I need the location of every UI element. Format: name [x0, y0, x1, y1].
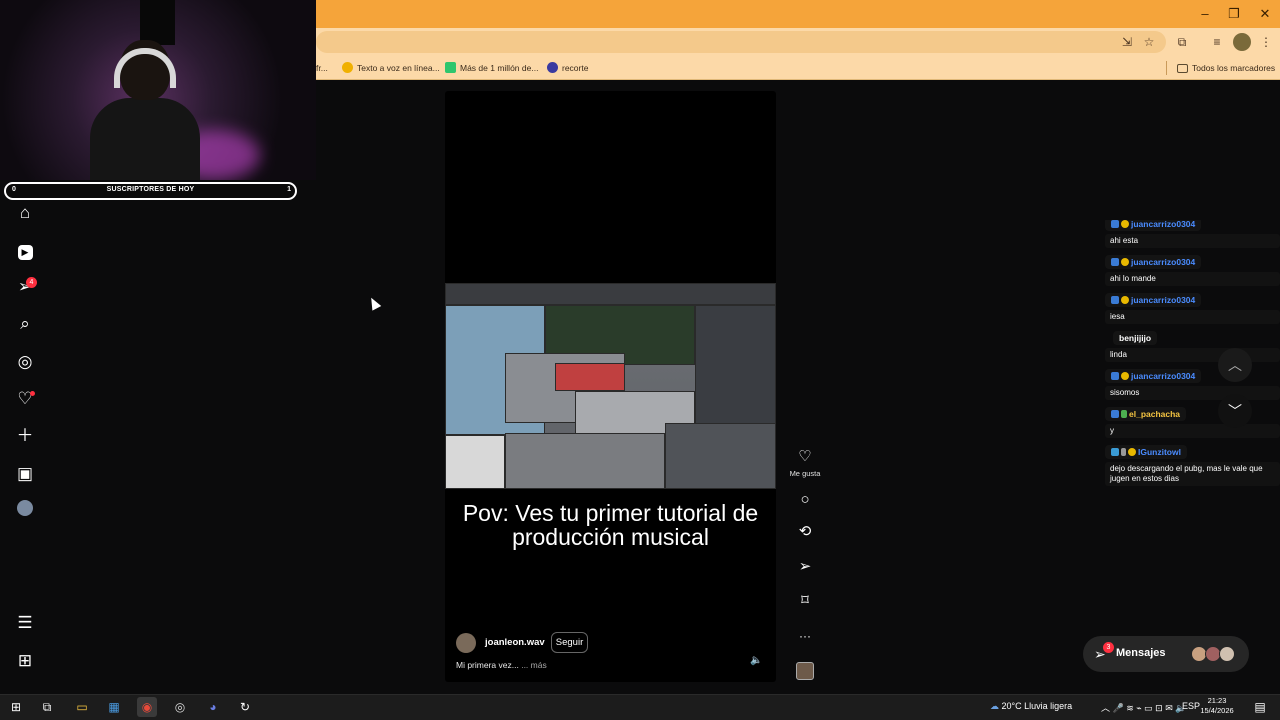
menu-icon[interactable]: ☰	[14, 612, 36, 634]
author-username[interactable]: joanleon.wav	[485, 637, 545, 648]
notification-dot	[30, 391, 35, 396]
pixabay-icon	[445, 62, 456, 73]
home-icon[interactable]: ⌂	[14, 202, 36, 224]
chat-message: juancarrizo0304 ahi lo mande	[1105, 252, 1280, 286]
subscriber-goal-bar: 0 SUSCRIPTORES DE HOY 1	[4, 182, 297, 200]
maximize-icon[interactable]: ❐	[1219, 4, 1249, 24]
chat-message: juancarrizo0304 sisomos	[1105, 366, 1280, 400]
explore-icon[interactable]: ◎	[14, 351, 36, 373]
chat-message: el_pachacha y	[1105, 404, 1280, 438]
scroll-down-button[interactable]: ﹀	[1218, 394, 1252, 428]
recorte-icon	[547, 62, 558, 73]
star-icon[interactable]: ☆	[1140, 33, 1158, 51]
video-frame	[445, 283, 776, 489]
kebab-menu-icon[interactable]: ⋮	[1257, 33, 1275, 51]
obs-icon[interactable]: ◎	[170, 697, 190, 717]
repost-icon[interactable]: ⟲	[794, 521, 816, 543]
volume-icon[interactable]: 🔈	[750, 655, 764, 669]
file-explorer-icon[interactable]: ▭	[72, 697, 92, 717]
reels-icon[interactable]: ▶	[14, 239, 36, 261]
create-icon[interactable]: ＋	[14, 425, 36, 447]
chat-message: IGunzitowl dejo descargando el pubg, mas…	[1105, 442, 1280, 486]
streamer	[90, 40, 200, 180]
messages-label: Mensajes	[1116, 647, 1166, 659]
like-icon[interactable]: ♡	[794, 446, 816, 468]
clock[interactable]: 21:23 15/4/2026	[1200, 696, 1234, 716]
scroll-up-button[interactable]: ︿	[1218, 348, 1252, 382]
task-view-icon[interactable]: ⧉	[37, 697, 57, 717]
close-icon[interactable]: ✕	[1250, 4, 1280, 24]
windows-start-icon[interactable]: ⊞	[6, 697, 26, 717]
tray-icons[interactable]: ︿ 🎤 ≋ ⌁ ▭ ⊡ ✉ 🔈	[1101, 701, 1186, 714]
address-bar[interactable]	[316, 31, 1166, 53]
stream-chat: juancarrizo0304 ahi esta juancarrizo0304…	[1105, 220, 1280, 490]
messages-badge: 3	[1103, 642, 1114, 653]
minimize-icon[interactable]: –	[1190, 4, 1220, 24]
language-indicator[interactable]: ESP	[1182, 701, 1200, 711]
profile-avatar[interactable]	[1233, 33, 1251, 51]
bookmark-item[interactable]: fr...	[316, 61, 328, 75]
profile-avatar[interactable]	[14, 500, 36, 522]
media-control-icon[interactable]: ≡	[1208, 33, 1226, 51]
discord-icon[interactable]: ◕	[203, 697, 223, 717]
bookmark-item[interactable]: recorte	[547, 61, 588, 75]
weather-widget[interactable]: ☁ 20°C Lluvia ligera	[990, 701, 1072, 712]
bookmark-item[interactable]: Texto a voz en línea...	[342, 61, 440, 75]
video-description: Mi primera vez... ... más	[456, 660, 547, 670]
like-label: Me gusta	[789, 469, 821, 478]
comment-icon[interactable]: ○	[794, 489, 816, 511]
webcam-overlay	[0, 0, 316, 180]
chrome-icon[interactable]: ◉	[137, 697, 157, 717]
app-icon[interactable]: ↻	[235, 697, 255, 717]
notification-badge: 4	[26, 277, 37, 288]
share-icon[interactable]: ➢	[794, 556, 816, 578]
extensions-icon[interactable]: ⧉	[1173, 33, 1191, 51]
screen: – ❐ ✕ ⇲ ☆ ⧉ ≡ ⋮ fr... Texto a voz en lín…	[0, 0, 1280, 720]
author-avatar[interactable]	[456, 633, 476, 653]
reel-video[interactable]: Pov: Ves tu primer tutorial de producció…	[445, 91, 776, 682]
mouse-cursor	[366, 295, 382, 311]
chat-message: benjijijo linda	[1105, 328, 1280, 362]
chat-message: juancarrizo0304 iesa	[1105, 290, 1280, 324]
more-link[interactable]: ... más	[521, 660, 547, 670]
all-bookmarks[interactable]: Todos los marcadores	[1166, 61, 1275, 75]
more-options-icon[interactable]: ···	[794, 625, 816, 647]
calculator-icon[interactable]: ▦	[104, 697, 124, 717]
apps-icon[interactable]: ⊞	[14, 650, 36, 672]
taskbar	[0, 694, 1280, 720]
video-caption: Pov: Ves tu primer tutorial de producció…	[462, 500, 759, 550]
bookmark-item[interactable]: Más de 1 millón de...	[445, 61, 538, 75]
avatar	[1219, 646, 1235, 662]
folder-icon	[1177, 64, 1188, 73]
audio-thumbnail[interactable]	[796, 662, 814, 680]
dashboard-icon[interactable]: ▣	[14, 463, 36, 485]
chat-message: juancarrizo0304 ahi esta	[1105, 220, 1280, 248]
search-icon[interactable]: ⌕	[14, 313, 36, 335]
notifications-icon[interactable]: ▤	[1250, 697, 1270, 717]
rain-cloud-icon: ☁	[990, 701, 999, 711]
follow-button[interactable]: Seguir	[551, 632, 588, 653]
messages-button[interactable]: ➢ 3 Mensajes	[1083, 636, 1249, 672]
smiley-icon	[342, 62, 353, 73]
save-icon[interactable]: ⌑	[794, 590, 816, 612]
install-app-icon[interactable]: ⇲	[1118, 33, 1136, 51]
